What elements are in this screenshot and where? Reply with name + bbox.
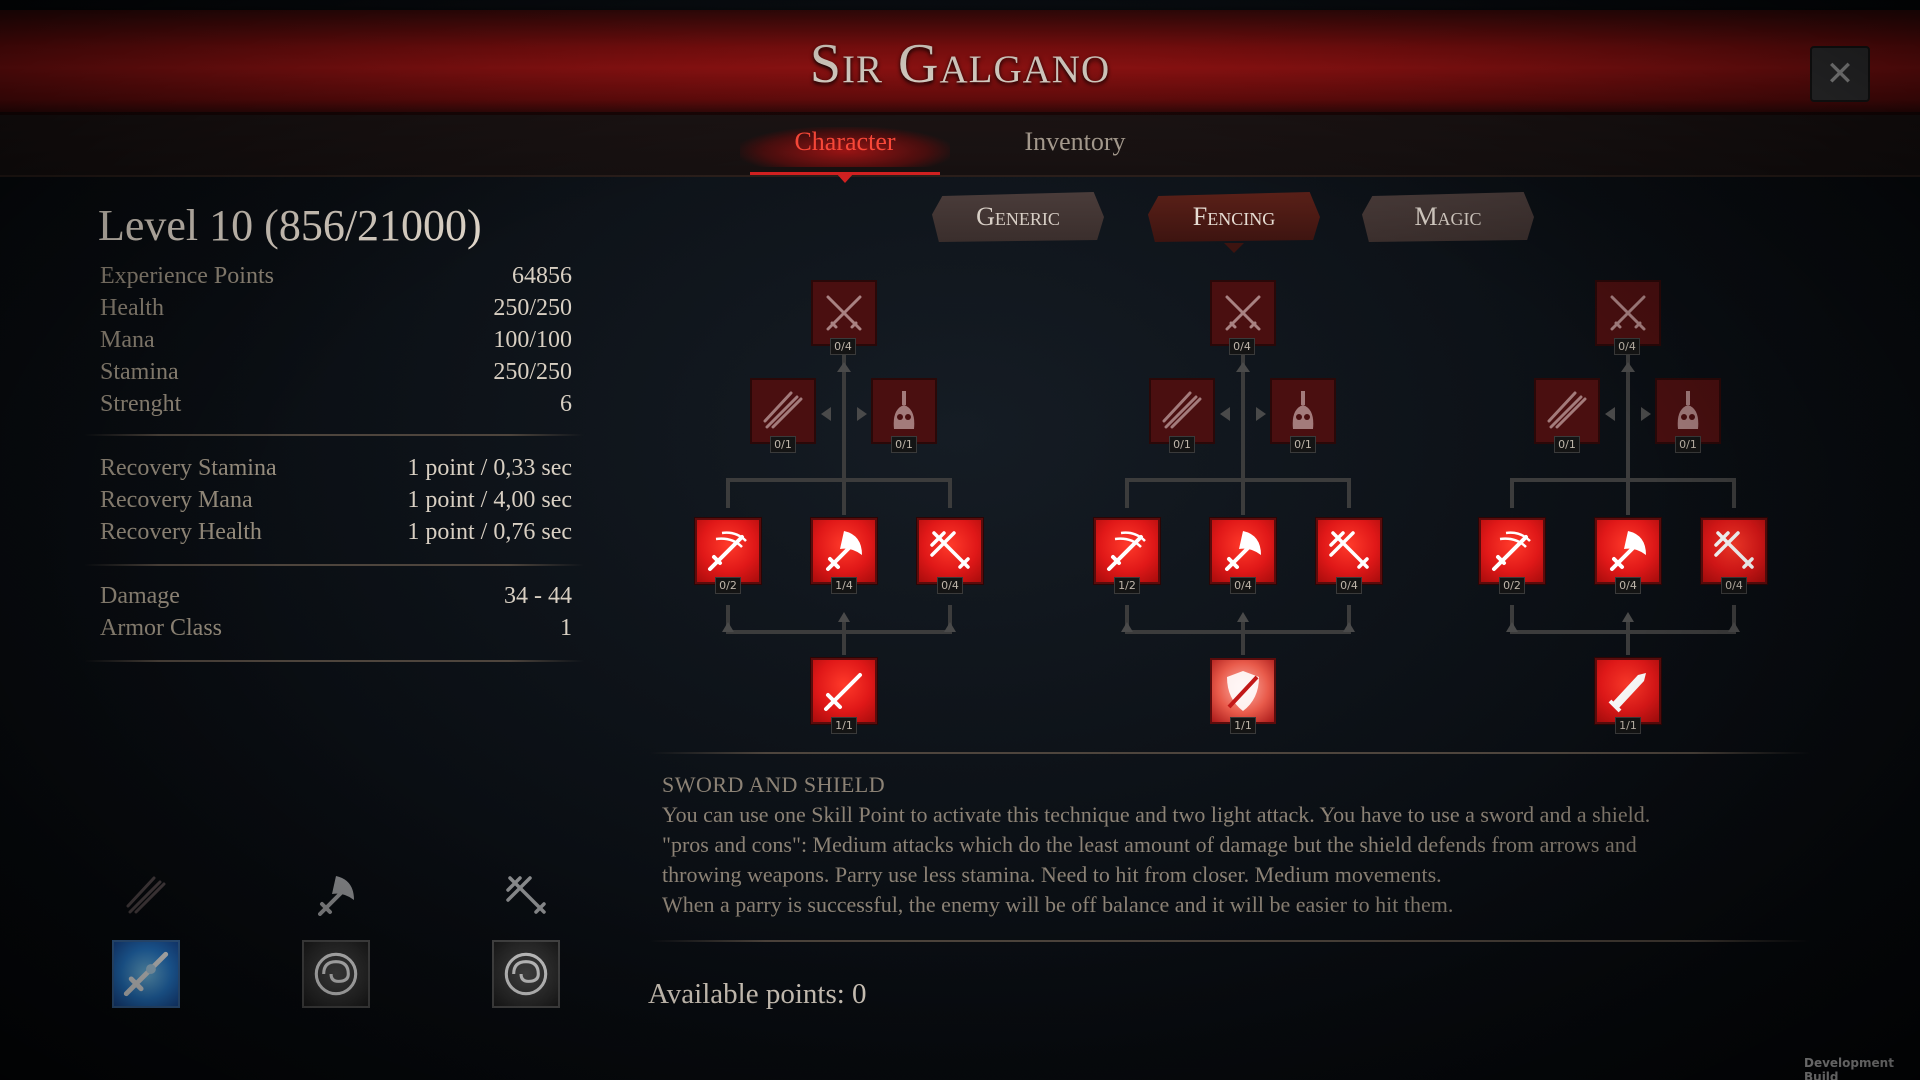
skill-axe-strike[interactable] xyxy=(1210,518,1276,584)
sword-swipe-icon xyxy=(1101,525,1153,577)
skill-rank-badge: 0/1 xyxy=(1675,436,1701,453)
skill-rank-badge: 0/4 xyxy=(830,338,856,355)
sword-swipe-icon xyxy=(702,525,754,577)
blue-sword-icon xyxy=(114,942,178,1006)
skill-rank-badge: 0/4 xyxy=(1230,577,1256,594)
skill-rank-badge: 0/4 xyxy=(937,577,963,594)
skill-crossed-swords[interactable] xyxy=(1595,280,1661,346)
skill-rank-badge: 0/4 xyxy=(1229,338,1255,355)
skill-arrow-blade[interactable] xyxy=(1316,518,1382,584)
quick-slot-1[interactable] xyxy=(112,940,180,1008)
swirl-icon xyxy=(304,942,368,1006)
skill-arrow-blade[interactable] xyxy=(1701,518,1767,584)
skill-rank-badge: 0/2 xyxy=(715,577,741,594)
skill-rank-badge: 0/1 xyxy=(891,436,917,453)
sword-slash-icon xyxy=(120,870,172,922)
quick-slot-small[interactable] xyxy=(310,870,362,922)
skill-rank-badge: 0/1 xyxy=(1290,436,1316,453)
skill-rank-badge: 1/2 xyxy=(1114,577,1140,594)
skill-description-line: "pros and cons": Medium attacks which do… xyxy=(662,832,1637,857)
crossed-swords-icon xyxy=(818,287,870,339)
dev-build-label: Development Build xyxy=(1804,1056,1894,1080)
skill-rank-badge: 0/4 xyxy=(1615,577,1641,594)
skill-axe-strike[interactable] xyxy=(811,518,877,584)
axe-icon xyxy=(1602,525,1654,577)
skill-description-line: When a parry is successful, the enemy wi… xyxy=(662,892,1454,917)
skill-blade-flurry[interactable] xyxy=(1534,378,1600,444)
swirl-icon xyxy=(494,942,558,1006)
skill-rank-badge: 1/1 xyxy=(1230,717,1256,734)
divider xyxy=(650,940,1810,942)
skill-sword-swipe[interactable] xyxy=(1094,518,1160,584)
axe-icon xyxy=(818,525,870,577)
skill-sword-and-shield[interactable] xyxy=(1210,658,1276,724)
skill-crossed-swords[interactable] xyxy=(811,280,877,346)
skill-sword-swipe[interactable] xyxy=(695,518,761,584)
skill-rank-badge: 1/1 xyxy=(1615,717,1641,734)
helm-icon xyxy=(1662,385,1714,437)
skill-base-sword[interactable] xyxy=(811,658,877,724)
skill-rank-badge: 0/4 xyxy=(1721,577,1747,594)
blade-flurry-icon xyxy=(1541,385,1593,437)
quick-slot-small[interactable] xyxy=(500,870,552,922)
skill-description-line: You can use one Skill Point to activate … xyxy=(662,802,1651,827)
axe-slash-icon xyxy=(310,870,362,922)
skill-rank-badge: 1/1 xyxy=(831,717,857,734)
quick-slot-3[interactable] xyxy=(492,940,560,1008)
crossed-swords-icon xyxy=(1217,287,1269,339)
skill-rank-badge: 0/4 xyxy=(1614,338,1640,355)
crossed-swords-icon xyxy=(1602,287,1654,339)
sword-icon xyxy=(818,665,870,717)
skill-crossed-swords[interactable] xyxy=(1210,280,1276,346)
skill-blade-flurry[interactable] xyxy=(750,378,816,444)
skill-description-title: SWORD AND SHIELD xyxy=(662,772,886,797)
skill-sword-swipe[interactable] xyxy=(1479,518,1545,584)
skill-rank-badge: 1/4 xyxy=(831,577,857,594)
skill-rank-badge: 0/2 xyxy=(1499,577,1525,594)
greatsword-icon xyxy=(1602,665,1654,717)
skill-helm[interactable] xyxy=(1270,378,1336,444)
divider xyxy=(650,752,1810,754)
sword-swipe-icon xyxy=(1486,525,1538,577)
quick-slot-2[interactable] xyxy=(302,940,370,1008)
helm-icon xyxy=(878,385,930,437)
quick-slot-small[interactable] xyxy=(120,870,172,922)
blade-flurry-icon xyxy=(757,385,809,437)
skill-helm[interactable] xyxy=(1655,378,1721,444)
skill-description-line: throwing weapons. Parry use less stamina… xyxy=(662,862,1442,887)
skill-arrow-blade[interactable] xyxy=(917,518,983,584)
available-points: Available points: 0 xyxy=(648,978,867,1010)
skill-blade-flurry[interactable] xyxy=(1149,378,1215,444)
arrows-icon xyxy=(500,870,552,922)
arrow-blade-icon xyxy=(924,525,976,577)
skill-greatsword[interactable] xyxy=(1595,658,1661,724)
axe-icon xyxy=(1217,525,1269,577)
helm-icon xyxy=(1277,385,1329,437)
skill-axe-strike[interactable] xyxy=(1595,518,1661,584)
arrow-blade-icon xyxy=(1323,525,1375,577)
skill-rank-badge: 0/1 xyxy=(1554,436,1580,453)
skill-rank-badge: 0/1 xyxy=(770,436,796,453)
skill-rank-badge: 0/4 xyxy=(1336,577,1362,594)
arrow-blade-icon xyxy=(1708,525,1760,577)
skill-rank-badge: 0/1 xyxy=(1169,436,1195,453)
shield-sword-icon xyxy=(1217,665,1269,717)
skill-helm[interactable] xyxy=(871,378,937,444)
blade-flurry-icon xyxy=(1156,385,1208,437)
